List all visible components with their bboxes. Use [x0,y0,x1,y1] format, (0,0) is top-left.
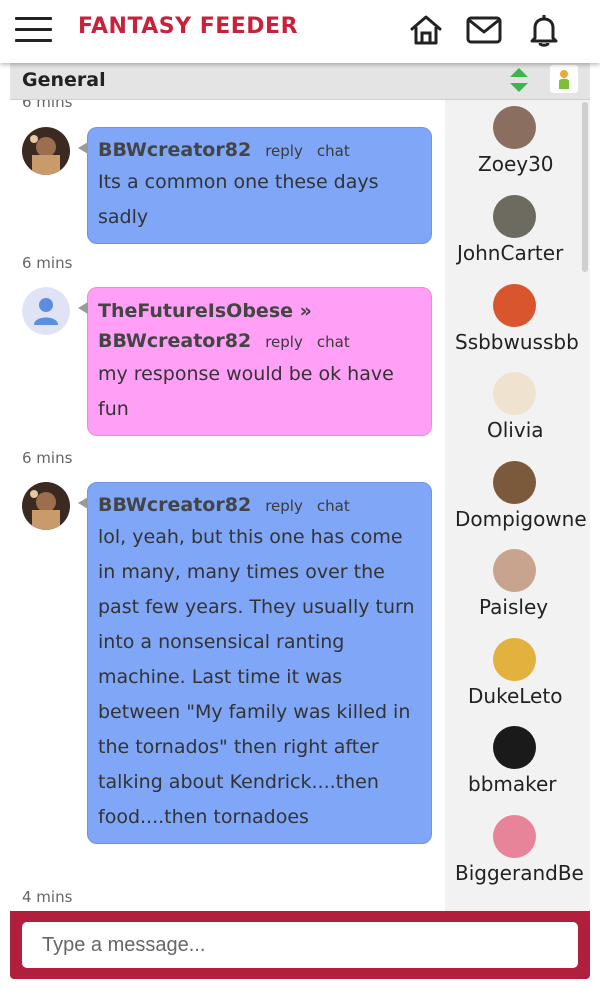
menu-icon[interactable] [15,17,52,42]
avatar [493,284,536,327]
online-user-list[interactable]: Zoey30 JohnCarter Ssbbwussbb Olivia Domp… [445,100,590,911]
message-author[interactable]: BBWcreator82 [98,139,251,161]
avatar [493,372,536,415]
chat-message: BBWcreator82 reply chat Its a common one… [78,127,432,244]
home-icon[interactable] [408,12,444,48]
bubble-tail [78,142,88,154]
message-author[interactable]: BBWcreator82 [98,494,251,516]
user-name: Olivia [487,418,544,442]
sort-arrows-icon[interactable] [507,67,531,93]
avatar [493,106,536,149]
user-name: JohnCarter [457,241,564,265]
message-timestamp: 6 mins [22,254,73,272]
user-list-item[interactable]: Olivia [445,366,590,454]
user-list-item[interactable]: bbmaker [445,720,590,808]
channel-header: General [10,63,590,100]
message-timestamp: 6 mins [22,449,73,467]
site-logo[interactable]: FANTASY FEEDER [78,14,298,39]
reply-button[interactable]: reply [265,142,303,160]
avatar[interactable] [22,287,70,335]
bubble-tail [78,497,88,509]
message-text: Its a common one these days sadly [98,171,379,228]
reply-button[interactable]: reply [265,497,303,515]
avatar[interactable] [22,127,70,175]
user-name: BiggerandBe [455,861,584,885]
bubble-tail [78,302,88,314]
user-list-item[interactable]: DukeLeto [445,632,590,720]
user-name: Zoey30 [478,152,554,176]
user-list-item[interactable]: Zoey30 [445,100,590,188]
avatar [493,726,536,769]
user-name: Ssbbwussbb [455,330,579,354]
message-input-bar [10,911,590,979]
chat-button[interactable]: chat [317,142,350,160]
chat-button[interactable]: chat [317,333,350,351]
user-name: DukeLeto [468,684,563,708]
top-navigation-bar: FANTASY FEEDER [0,0,600,63]
user-list-item[interactable]: Paisley [445,543,590,631]
message-reply-target[interactable]: BBWcreator82 [98,330,251,352]
avatar[interactable] [22,482,70,530]
user-list-item[interactable]: JohnCarter [445,189,590,277]
chat-button[interactable]: chat [317,497,350,515]
avatar [493,461,536,504]
user-avatar-image [22,482,70,530]
avatar [493,638,536,681]
message-text: my response would be ok have fun [98,363,394,420]
user-list-toggle-icon[interactable] [550,65,578,93]
chat-message: BBWcreator82 reply chat lol, yeah, but t… [78,482,432,844]
user-name: Paisley [479,595,549,619]
message-author[interactable]: TheFutureIsObese » [98,296,421,326]
user-avatar-image [22,127,70,175]
channel-name: General [22,69,106,91]
chat-message: TheFutureIsObese » BBWcreator82 reply ch… [78,287,432,436]
message-text: lol, yeah, but this one has come in many… [98,526,415,828]
user-name: Dompigowne [455,507,587,531]
avatar [493,195,536,238]
user-list-item[interactable]: Ssbbwussbb [445,278,590,366]
message-timestamp: 4 mins [22,888,73,906]
avatar [493,815,536,858]
user-name: bbmaker [468,772,557,796]
message-timestamp: 6 mins [22,100,73,111]
avatar [493,549,536,592]
message-list[interactable]: 6 mins BBWcreator82 reply chat Its a com… [10,100,445,911]
mail-icon[interactable] [466,12,502,48]
message-input[interactable] [22,922,578,968]
default-avatar-icon [22,287,70,335]
user-list-item[interactable]: Dompigowne [445,455,590,543]
bell-icon[interactable] [526,12,562,48]
reply-button[interactable]: reply [265,333,303,351]
user-list-item[interactable]: BiggerandBe [445,809,590,897]
